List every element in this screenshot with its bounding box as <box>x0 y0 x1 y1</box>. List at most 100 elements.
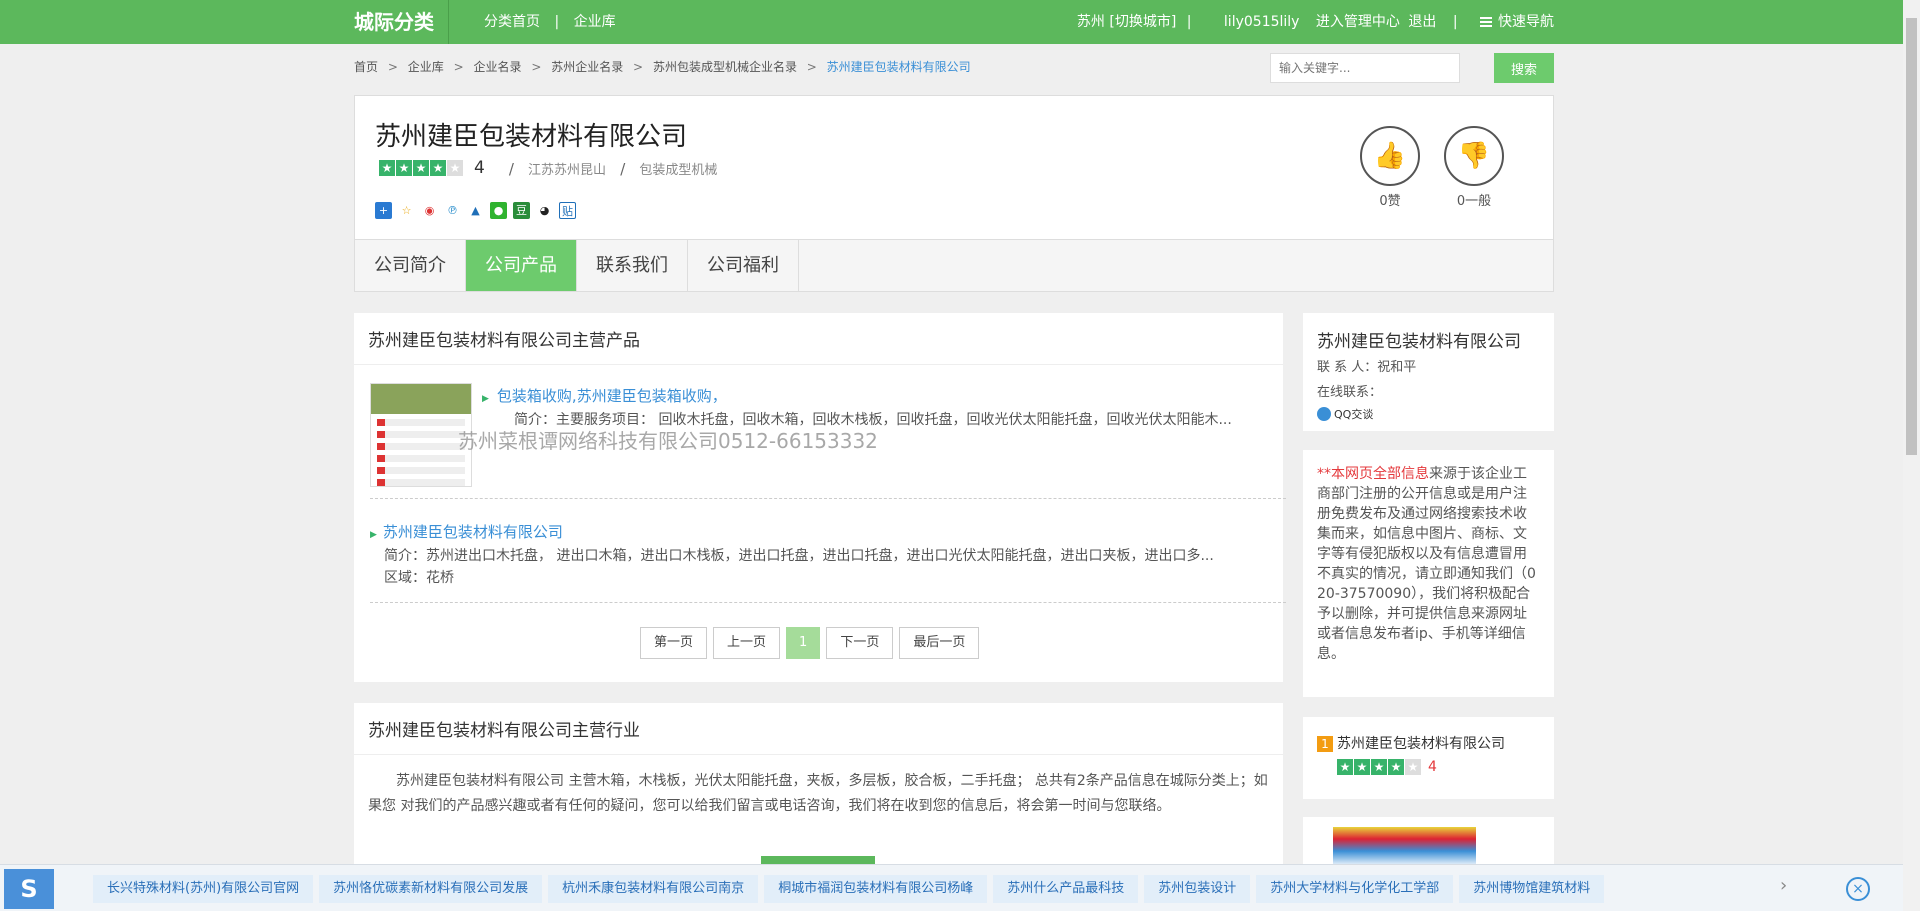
city-switch-link[interactable]: 苏州 [切换城市] <box>1077 14 1176 30</box>
logout-link[interactable]: 退出 <box>1408 14 1436 30</box>
top-right-nav: 苏州 [切换城市] | lily0515lily 进入管理中心 退出 | 快速导… <box>1065 0 1554 44</box>
product-item: ▶ 苏州建臣包装材料有限公司 简介：苏州进出口木托盘， 进出口木箱，进出口木栈板，… <box>370 521 1214 586</box>
nav-home-link[interactable]: 分类首页 <box>484 14 540 30</box>
pager-first-button[interactable]: 第一页 <box>640 627 708 659</box>
recommend-tag[interactable]: 桐城市福润包装材料有限公司杨峰 <box>764 875 988 903</box>
disclaimer-card: **本网页全部信息来源于该企业工商部门注册的公开信息或是用户注册免费发布及通过网… <box>1303 450 1554 697</box>
breadcrumb-category-directory[interactable]: 苏州包装成型机械企业名录 <box>653 60 797 74</box>
pager-next-button[interactable]: 下一页 <box>826 627 894 659</box>
nav-separator: | <box>1186 14 1192 30</box>
pinterest-icon[interactable]: ℗ <box>444 202 461 219</box>
username-link[interactable]: lily0515lily <box>1224 14 1300 30</box>
ranking-score: 4 <box>1428 759 1437 775</box>
product-link-text: 苏州建臣包装材料有限公司 <box>382 523 563 541</box>
close-icon[interactable]: × <box>1846 877 1870 901</box>
qq-icon[interactable]: ◕ <box>536 202 553 219</box>
qq-chat-button[interactable]: QQ交谈 <box>1317 406 1540 422</box>
chevron-right-icon[interactable]: › <box>1780 875 1787 896</box>
breadcrumb-current[interactable]: 苏州建臣包装材料有限公司 <box>827 60 971 74</box>
online-contact-label: 在线联系： <box>1317 385 1383 400</box>
ranking-rating: ★ ★ ★ ★ ★ 4 <box>1337 759 1540 775</box>
product-image[interactable] <box>1333 827 1476 867</box>
recommend-tag[interactable]: 苏州博物馆建筑材料 <box>1459 875 1605 903</box>
ranking-card: 1 苏州建臣包装材料有限公司 ★ ★ ★ ★ ★ 4 <box>1303 717 1554 799</box>
page-scrollbar[interactable] <box>1903 0 1920 911</box>
star-icon: ★ <box>1354 759 1370 775</box>
share-plus-icon[interactable]: + <box>375 202 392 219</box>
pager-prev-button[interactable]: 上一页 <box>713 627 781 659</box>
recommend-tag[interactable]: 苏州包装设计 <box>1144 875 1251 903</box>
favorite-star-icon[interactable]: ☆ <box>398 202 415 219</box>
quick-nav-label: 快速导航 <box>1498 14 1554 30</box>
recommend-tag[interactable]: 苏州大学材料与化学化工学部 <box>1256 875 1454 903</box>
breadcrumb-company-library[interactable]: 企业库 <box>408 60 444 74</box>
breadcrumb-home[interactable]: 首页 <box>354 60 378 74</box>
rank-number: 1 <box>1317 736 1333 752</box>
breadcrumb-separator: > <box>806 60 817 74</box>
recommend-tag[interactable]: 杭州禾康包装材料有限公司南京 <box>548 875 759 903</box>
star-icon: ★ <box>1371 759 1387 775</box>
nav-separator: | <box>1452 14 1458 30</box>
bottom-recommend-bar: S 长兴特殊材料(苏州)有限公司官网 苏州恪优碳素新材料有限公司发展 杭州禾康包… <box>0 864 1903 911</box>
dislike-count: 0一般 <box>1456 194 1492 209</box>
product-link[interactable]: ▶ 苏州建臣包装材料有限公司 <box>370 521 563 542</box>
tab-company-products[interactable]: 公司产品 <box>466 240 577 291</box>
product-description: 简介：苏州进出口木托盘， 进出口木箱，进出口木栈板，进出口托盘，进出口托盘，进出… <box>384 548 1214 564</box>
like-count: 0赞 <box>1379 194 1401 209</box>
tab-contact-us[interactable]: 联系我们 <box>577 240 688 291</box>
star-icon: ★ <box>413 160 429 176</box>
sidebar-company-name: 苏州建臣包装材料有限公司 <box>1317 332 1521 352</box>
ranking-row[interactable]: 1 苏州建臣包装材料有限公司 <box>1317 733 1540 753</box>
renren-icon[interactable]: 贴 <box>559 202 576 219</box>
star-empty-icon: ★ <box>1405 759 1421 775</box>
disclaimer-highlight: **本网页全部信息 <box>1317 466 1429 482</box>
star-empty-icon: ★ <box>447 160 463 176</box>
admin-center-link[interactable]: 进入管理中心 <box>1316 14 1400 30</box>
breadcrumb-directory[interactable]: 企业名录 <box>473 60 521 74</box>
douban-icon[interactable]: 豆 <box>513 202 530 219</box>
nav-company-library-link[interactable]: 企业库 <box>574 14 616 30</box>
pagination: 第一页 上一页 1 下一页 最后一页 <box>640 627 985 659</box>
search-input[interactable] <box>1270 53 1460 83</box>
search-box: 搜索 <box>1270 53 1554 83</box>
disclaimer-body: 来源于该企业工商部门注册的公开信息或是用户注册免费发布及通过网络搜索技术收集而来… <box>1317 466 1536 662</box>
recommend-tag[interactable]: 长兴特殊材料(苏州)有限公司官网 <box>93 875 314 903</box>
recommend-tag[interactable]: 苏州什么产品最科技 <box>993 875 1139 903</box>
baidu-icon[interactable]: ▲ <box>467 202 484 219</box>
weibo-icon[interactable]: ◉ <box>421 202 438 219</box>
recommend-tag[interactable]: 苏州恪优碳素新材料有限公司发展 <box>319 875 543 903</box>
recommend-tags: 长兴特殊材料(苏州)有限公司官网 苏州恪优碳素新材料有限公司发展 杭州禾康包装材… <box>93 875 1610 903</box>
company-header-card: 苏州建臣包装材料有限公司 ★ ★ ★ ★ ★ 4 / 江苏苏州昆山 / 包装成型… <box>354 95 1554 292</box>
dislike-button[interactable]: 👎 0一般 <box>1442 126 1506 209</box>
breadcrumb-separator: > <box>387 60 398 74</box>
wechat-icon[interactable]: ● <box>490 202 507 219</box>
pager-current-page[interactable]: 1 <box>786 627 821 659</box>
top-navbar: 城际分类 分类首页 | 企业库 苏州 [切换城市] | lily0515lily… <box>0 0 1903 44</box>
sidebar-contact-card: 苏州建臣包装材料有限公司 联 系 人：祝和平 在线联系： QQ交谈 <box>1303 313 1554 431</box>
meta-separator: / <box>620 159 626 178</box>
pager-last-button[interactable]: 最后一页 <box>899 627 980 659</box>
menu-icon <box>1480 17 1492 27</box>
products-panel: 苏州建臣包装材料有限公司主营产品 ▶ 包装箱收购,苏州建臣包装箱收购， 简介：主要… <box>354 313 1286 682</box>
tab-company-benefits[interactable]: 公司福利 <box>688 240 799 291</box>
company-location-link[interactable]: 江苏苏州昆山 <box>528 163 606 178</box>
breadcrumb-separator: > <box>633 60 644 74</box>
like-button[interactable]: 👍 0赞 <box>1358 126 1422 209</box>
scrollbar-thumb[interactable] <box>1906 18 1917 455</box>
product-link[interactable]: ▶ 包装箱收购,苏州建臣包装箱收购， <box>482 385 727 406</box>
rating-score: 4 <box>474 158 485 178</box>
disclaimer-text: **本网页全部信息来源于该企业工商部门注册的公开信息或是用户注册免费发布及通过网… <box>1303 450 1554 678</box>
star-icon: ★ <box>396 160 412 176</box>
breadcrumb-suzhou-directory[interactable]: 苏州企业名录 <box>551 60 623 74</box>
star-icon: ★ <box>379 160 395 176</box>
search-button[interactable]: 搜索 <box>1494 53 1554 83</box>
site-logo[interactable]: 城际分类 <box>354 0 449 44</box>
company-category-link[interactable]: 包装成型机械 <box>639 163 717 178</box>
industry-description: 苏州建臣包装材料有限公司 主营木箱，木栈板，光伏太阳能托盘，夹板，多层板，胶合板… <box>368 773 1268 814</box>
tab-company-intro[interactable]: 公司简介 <box>355 240 466 291</box>
quick-nav-button[interactable]: 快速导航 <box>1480 14 1554 30</box>
sogou-logo-icon[interactable]: S <box>4 869 54 909</box>
product-thumbnail[interactable] <box>370 383 472 487</box>
meta-separator: / <box>508 159 514 178</box>
contact-person: 联 系 人：祝和平 <box>1317 360 1417 375</box>
